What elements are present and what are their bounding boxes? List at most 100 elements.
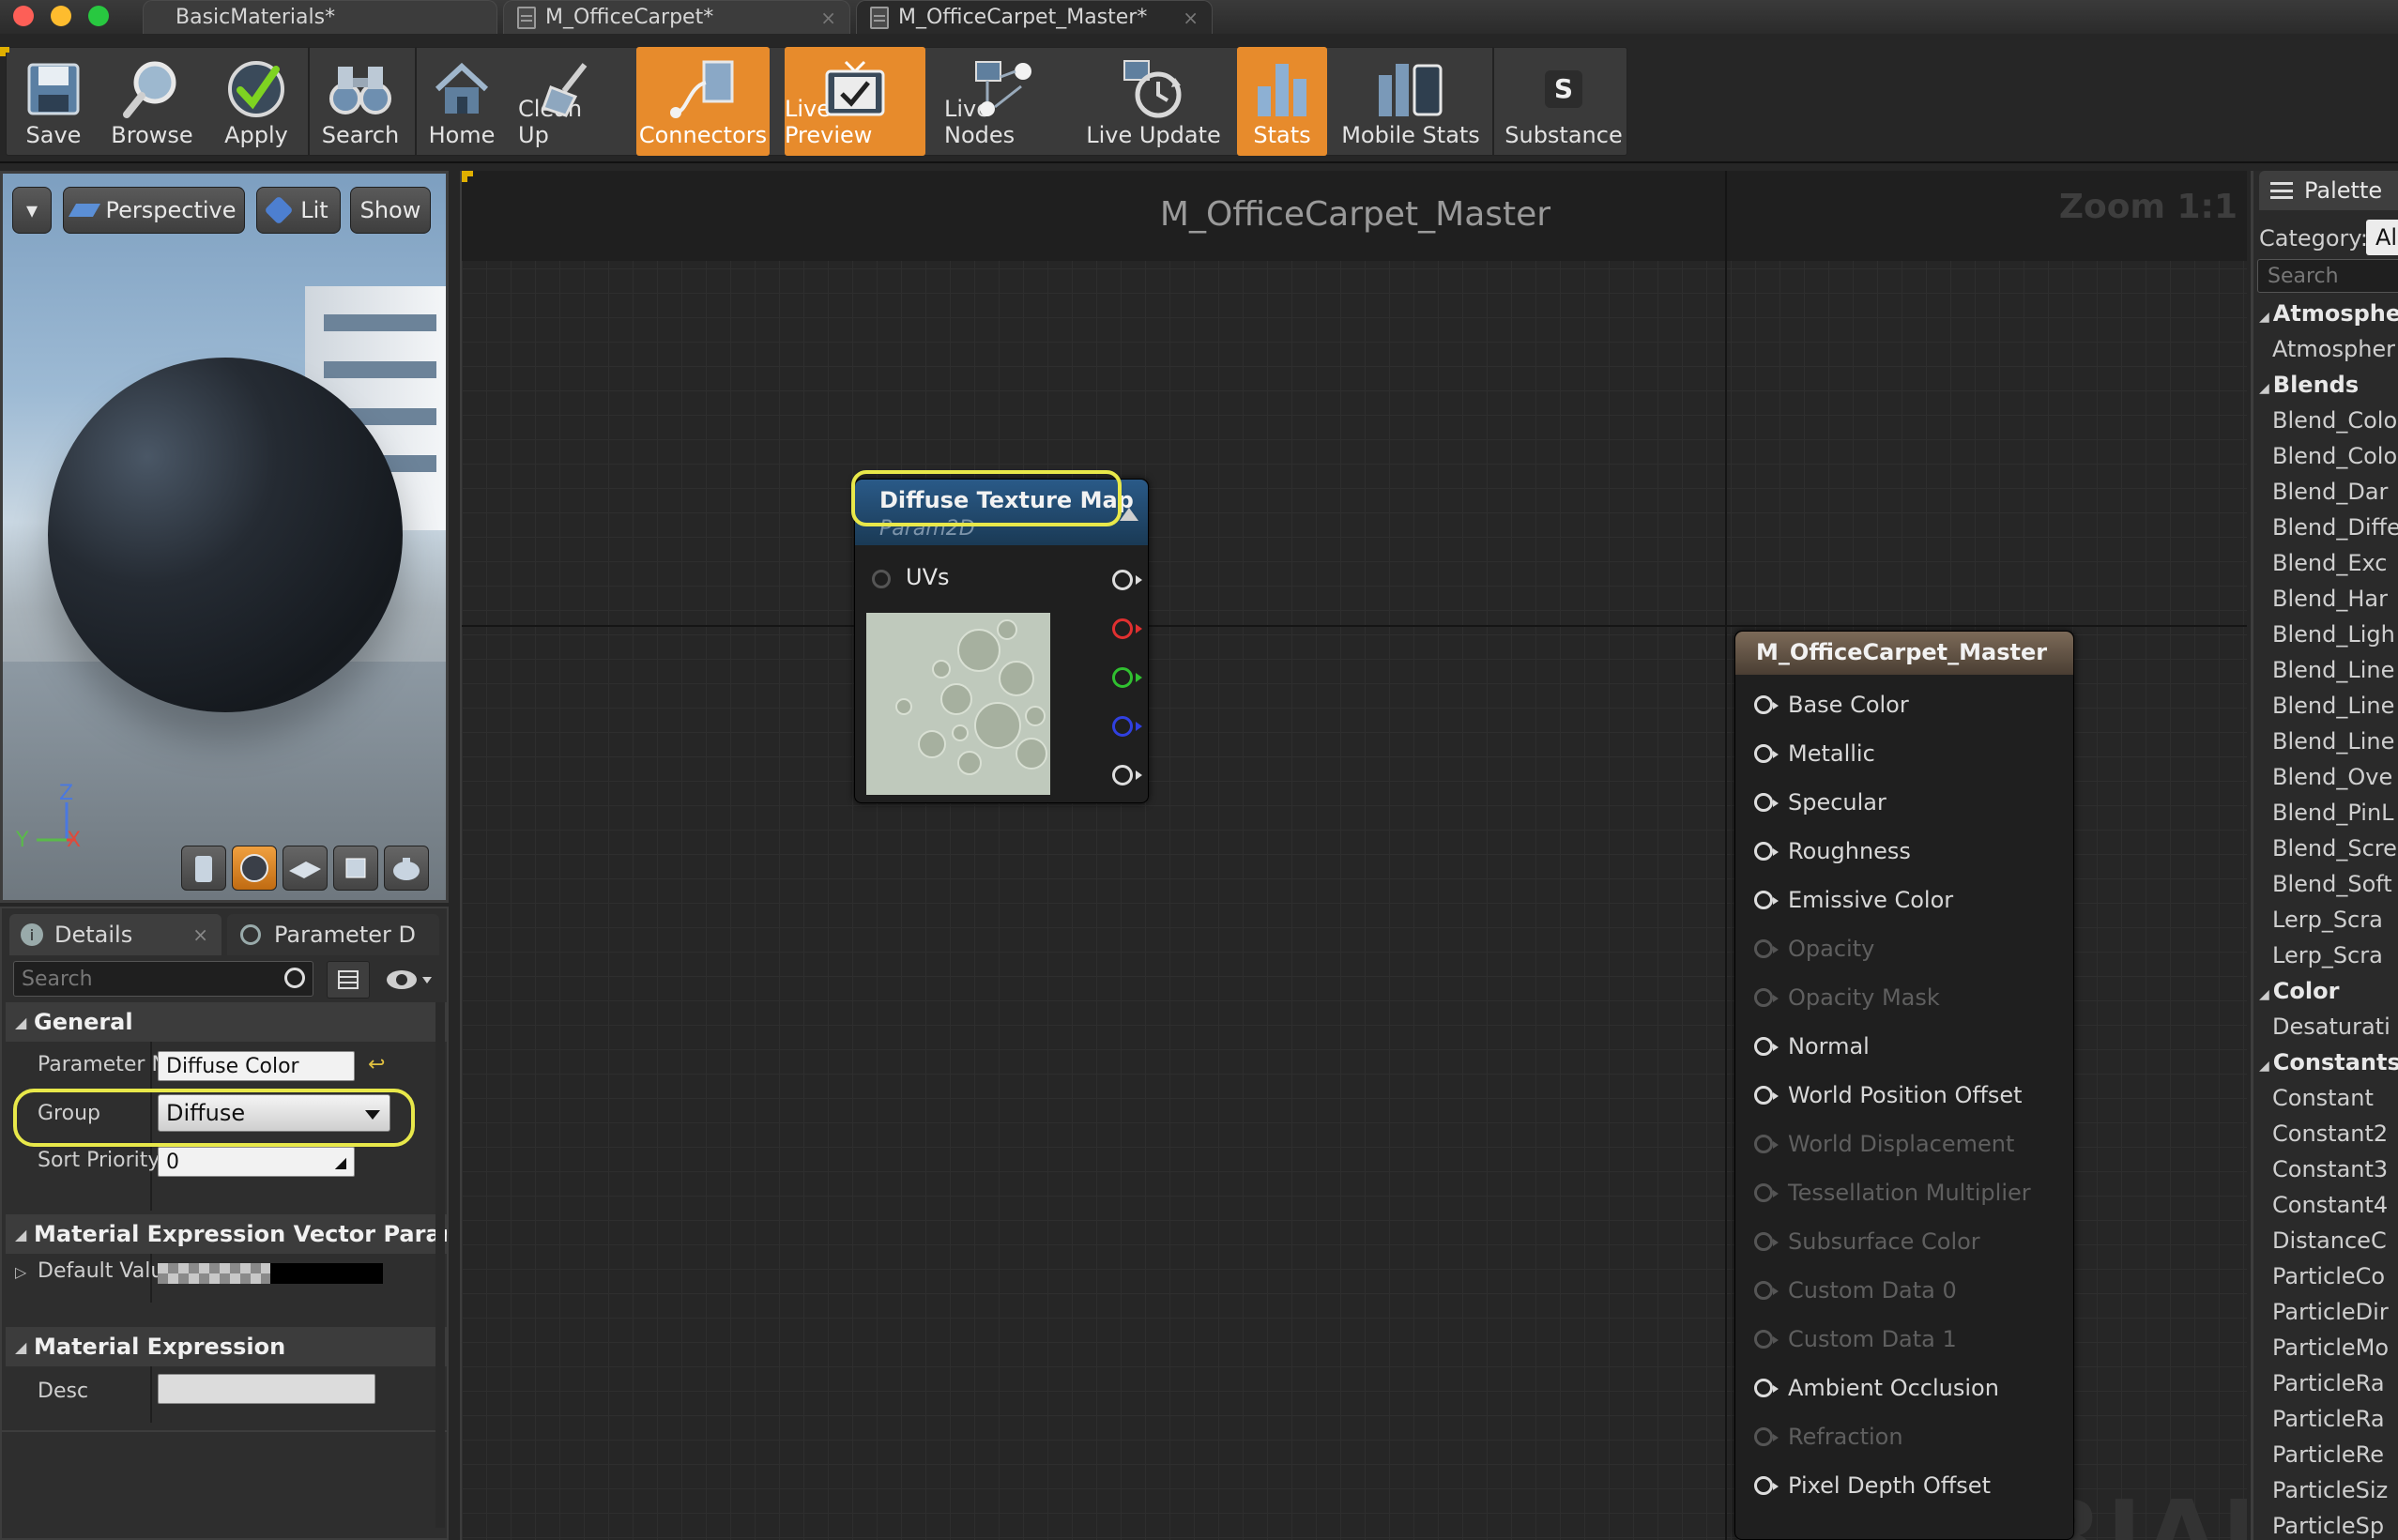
save-button[interactable]: Save: [13, 47, 94, 156]
palette-item[interactable]: Blend_Scre: [2272, 835, 2397, 861]
palette-item[interactable]: Blend_Diffe: [2272, 514, 2398, 541]
tab-close-icon[interactable]: ×: [192, 923, 208, 946]
texture-output-pin[interactable]: [1112, 570, 1142, 590]
material-input-pin[interactable]: Specular: [1754, 784, 1886, 821]
material-input-pin[interactable]: Ambient Occlusion: [1754, 1369, 1999, 1407]
texture-output-pin[interactable]: [1112, 716, 1142, 737]
home-button[interactable]: Home: [419, 47, 505, 156]
texture-output-pin[interactable]: [1112, 667, 1142, 688]
material-result-node[interactable]: M_OfficeCarpet_Master Base Color Metallic…: [1734, 631, 2074, 1540]
visibility-options-button[interactable]: [383, 963, 441, 997]
lit-button[interactable]: Lit: [256, 187, 341, 234]
sphere-preview-button[interactable]: [232, 846, 277, 891]
material-input-pin[interactable]: Emissive Color: [1754, 881, 1953, 919]
tab-close-icon[interactable]: ×: [1183, 7, 1199, 29]
details-scrollbar[interactable]: [435, 1002, 445, 1528]
palette-item[interactable]: Blend_Ove: [2272, 764, 2392, 790]
connectors-button[interactable]: Connectors: [636, 47, 770, 156]
palette-item[interactable]: Blend_Colo: [2272, 407, 2397, 434]
palette-category[interactable]: ◢Atmosphere: [2259, 300, 2398, 327]
palette-item[interactable]: ParticleRe: [2272, 1441, 2384, 1468]
show-button[interactable]: Show: [350, 187, 431, 234]
preview-viewport[interactable]: ▾ Perspective Lit Show Z Y X: [0, 171, 449, 903]
palette-item[interactable]: ParticleDir: [2272, 1299, 2389, 1325]
clean-up-button[interactable]: Clean Up: [518, 47, 618, 156]
parameter-name-field[interactable]: Diffuse Color: [158, 1051, 355, 1081]
apply-button[interactable]: Apply: [212, 47, 300, 156]
palette-item[interactable]: ParticleRa: [2272, 1370, 2385, 1396]
reset-to-default-icon[interactable]: ↩: [368, 1053, 385, 1076]
palette-search-input[interactable]: Search: [2257, 259, 2398, 293]
palette-item[interactable]: ParticleSp: [2272, 1513, 2384, 1539]
palette-item[interactable]: Blend_Exc: [2272, 550, 2387, 576]
palette-item[interactable]: Blend_Colo: [2272, 443, 2397, 469]
spin-arrows-icon[interactable]: ◢: [335, 1153, 346, 1171]
palette-item[interactable]: Lerp_Scra: [2272, 942, 2383, 968]
palette-item[interactable]: Blend_Line: [2272, 693, 2394, 719]
material-input-pin[interactable]: Metallic: [1754, 735, 1875, 772]
desc-field[interactable]: [158, 1374, 375, 1404]
plane-preview-button[interactable]: [283, 846, 328, 891]
table-view-button[interactable]: [327, 961, 370, 999]
cylinder-preview-button[interactable]: [181, 846, 226, 891]
palette-item[interactable]: ParticleRa: [2272, 1406, 2385, 1432]
palette-item[interactable]: ParticleMo: [2272, 1334, 2389, 1361]
palette-item[interactable]: Constant2: [2272, 1121, 2388, 1147]
material-input-pin[interactable]: World Position Offset: [1754, 1076, 2023, 1114]
color-swatch[interactable]: [270, 1263, 383, 1284]
material-input-pin[interactable]: Normal: [1754, 1028, 1870, 1065]
uvs-input-pin[interactable]: [872, 570, 891, 588]
browse-button[interactable]: Browse: [109, 47, 195, 156]
palette-item[interactable]: ParticleCo: [2272, 1263, 2385, 1289]
palette-item[interactable]: DistanceC: [2272, 1227, 2387, 1254]
zoom-window-button[interactable]: [88, 6, 109, 26]
tab-office-carpet-master[interactable]: M_OfficeCarpet_Master* ×: [856, 0, 1213, 34]
palette-item[interactable]: Constant: [2272, 1085, 2374, 1111]
palette-item[interactable]: Blend_Line: [2272, 657, 2394, 683]
live-update-button[interactable]: Live Update: [1083, 47, 1224, 156]
custom-mesh-preview-button[interactable]: [384, 846, 429, 891]
tab-parameter-defaults[interactable]: Parameter D: [227, 914, 439, 955]
palette-category[interactable]: ◢ Color: [2259, 978, 2339, 1004]
mobile-stats-button[interactable]: Mobile Stats: [1340, 47, 1481, 156]
palette-item[interactable]: Blend_PinL: [2272, 800, 2394, 826]
perspective-button[interactable]: Perspective: [63, 187, 245, 234]
palette-item[interactable]: Blend_Dar: [2272, 479, 2388, 505]
material-input-pin[interactable]: Pixel Depth Offset: [1754, 1467, 1991, 1504]
tab-palette[interactable]: Palette: [2259, 171, 2398, 210]
texture-output-pin[interactable]: [1112, 765, 1142, 785]
close-window-button[interactable]: [13, 6, 34, 26]
palette-item[interactable]: ParticleSiz: [2272, 1477, 2388, 1503]
palette-item[interactable]: Lerp_Scra: [2272, 907, 2383, 933]
vector-parameter-section-header[interactable]: ◢ Material Expression Vector Parameter: [6, 1214, 447, 1254]
palette-item[interactable]: Atmospher: [2272, 336, 2395, 362]
palette-item[interactable]: Blend_Soft: [2272, 871, 2392, 897]
tab-office-carpet[interactable]: M_OfficeCarpet* ×: [503, 0, 850, 34]
color-alpha-swatch[interactable]: [158, 1263, 270, 1284]
palette-item[interactable]: Blend_Line: [2272, 728, 2394, 755]
live-nodes-button[interactable]: Live Nodes: [944, 47, 1064, 156]
expand-arrow-icon[interactable]: ▷: [15, 1263, 26, 1281]
material-input-pin[interactable]: Roughness: [1754, 832, 1911, 870]
palette-item[interactable]: Desaturati: [2272, 1014, 2390, 1040]
substance-button[interactable]: S Substance: [1500, 47, 1627, 156]
material-expression-section-header[interactable]: ◢ Material Expression: [6, 1327, 447, 1366]
details-search-input[interactable]: Search: [13, 961, 313, 997]
live-preview-button[interactable]: Live Preview: [785, 47, 925, 156]
texture-output-pin[interactable]: [1112, 618, 1142, 639]
general-section-header[interactable]: ◢ General: [6, 1002, 447, 1042]
search-button[interactable]: Search: [315, 47, 405, 156]
category-dropdown[interactable]: Al: [2366, 220, 2398, 255]
collapse-node-icon[interactable]: [1120, 508, 1138, 521]
cube-preview-button[interactable]: [333, 846, 378, 891]
material-graph[interactable]: M_OfficeCarpet_Master Zoom 1:1 MATERIAL …: [460, 171, 2247, 1540]
tab-details[interactable]: i Details ×: [9, 914, 221, 955]
palette-category[interactable]: ◢ Blends: [2259, 372, 2359, 398]
palette-item[interactable]: Blend_Har: [2272, 586, 2388, 612]
palette-item[interactable]: Blend_Ligh: [2272, 621, 2395, 648]
material-input-pin[interactable]: Base Color: [1754, 686, 1909, 724]
minimize-window-button[interactable]: [51, 6, 71, 26]
viewport-options-dropdown[interactable]: ▾: [12, 187, 52, 234]
texture-parameter-node[interactable]: Diffuse Texture Map Param2D UVs: [851, 470, 1149, 803]
palette-item[interactable]: Constant3: [2272, 1156, 2388, 1182]
